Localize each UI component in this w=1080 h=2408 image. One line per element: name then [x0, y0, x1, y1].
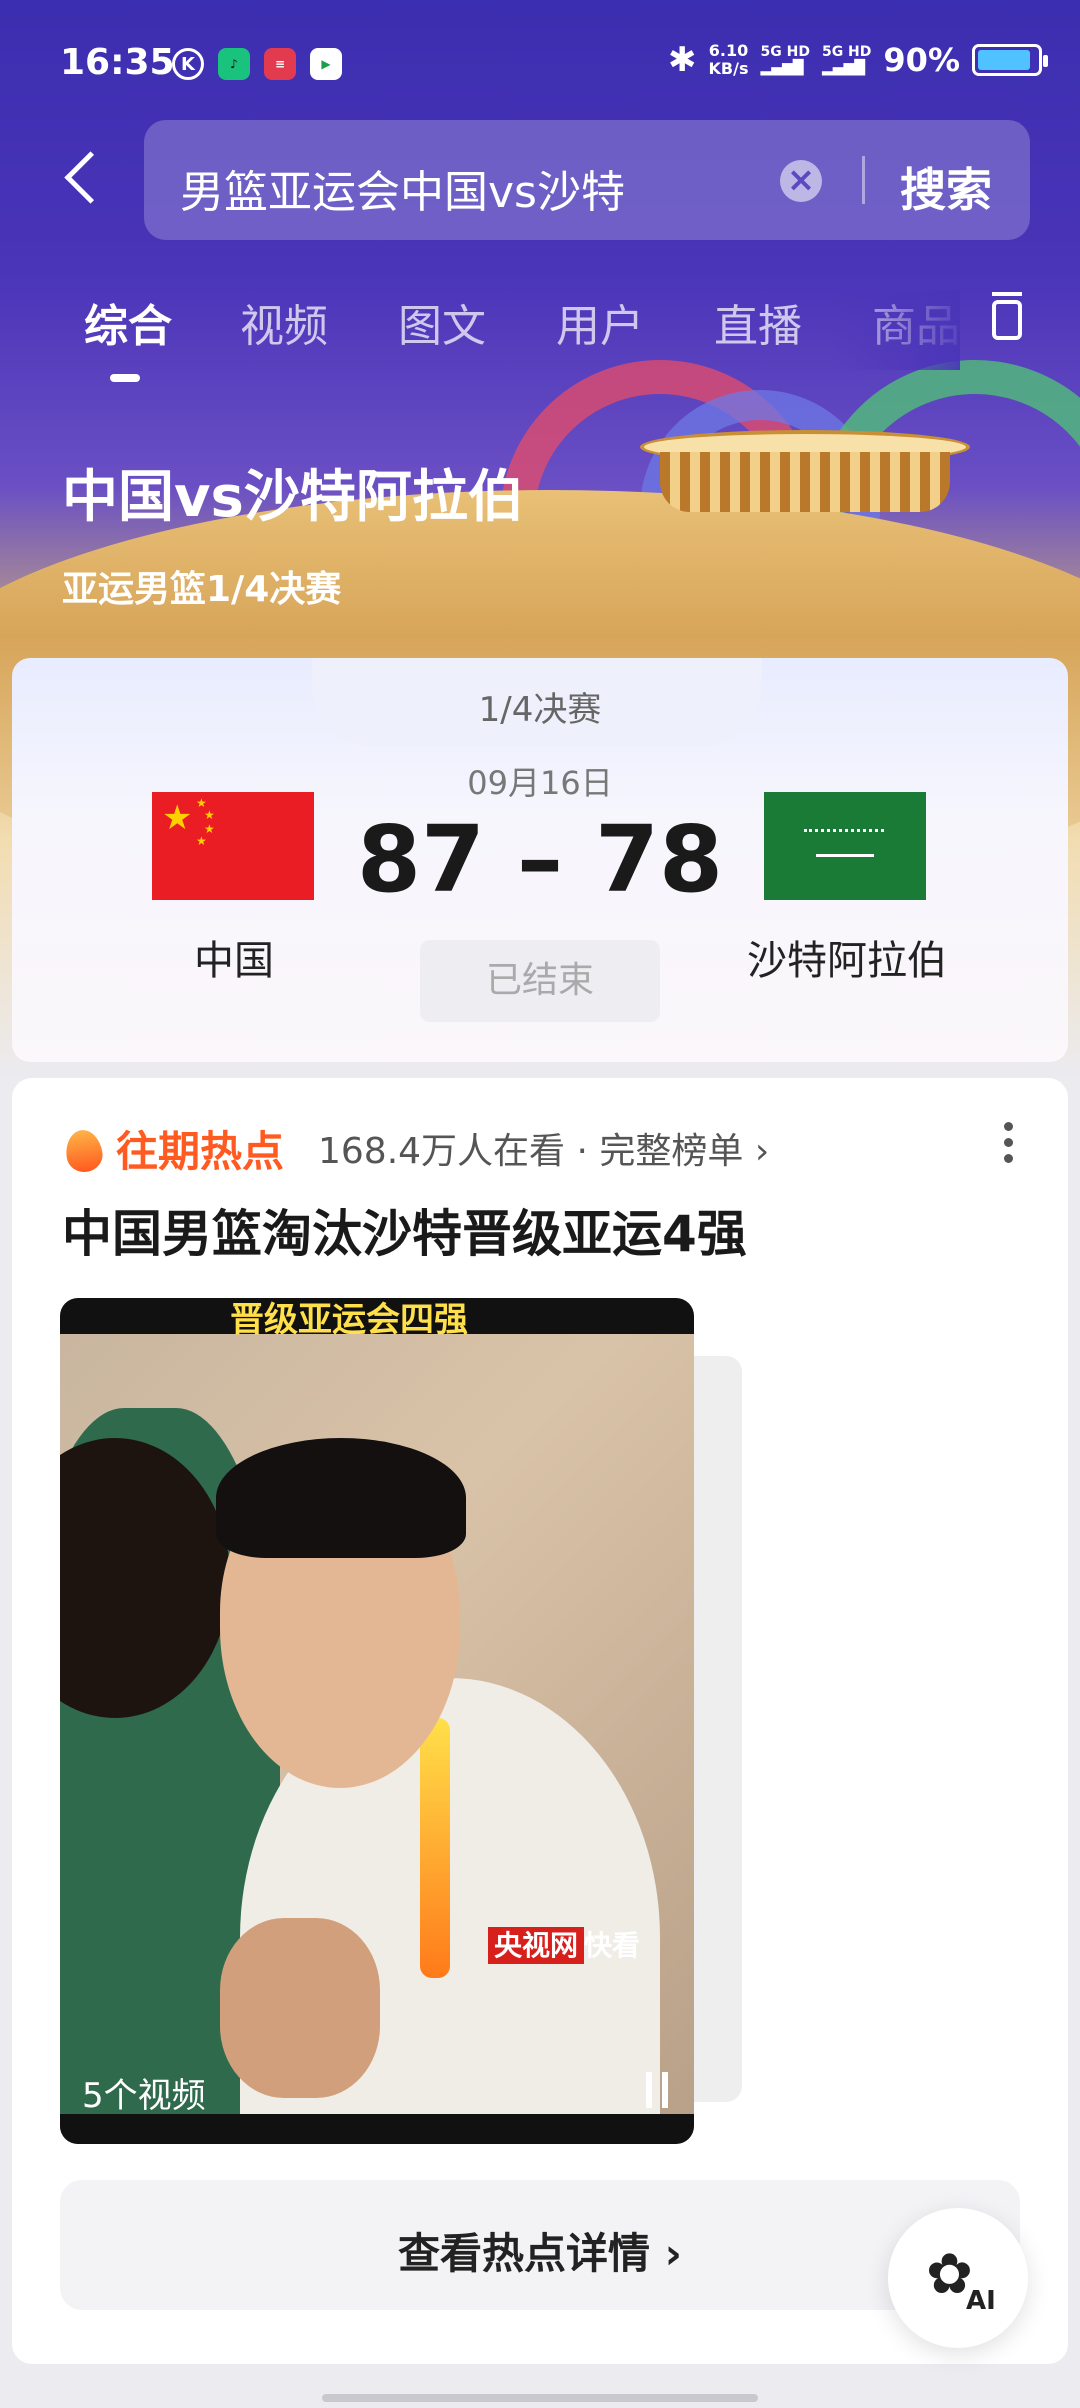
tab-image-text[interactable]: 图文	[398, 290, 486, 354]
music-icon: ♪	[218, 48, 250, 80]
gesture-nav-handle[interactable]	[322, 2394, 758, 2402]
tab-fade	[830, 290, 960, 370]
battery-icon	[972, 44, 1048, 76]
hot-meta-link[interactable]: 168.4万人在看 · 完整榜单 ›	[318, 1122, 769, 1174]
tab-indicator	[110, 374, 140, 382]
ticket-icon: ▶	[310, 48, 342, 80]
score-card[interactable]: 1/4决赛 09月16日 ★ ★ ★ ★ ★ 87 – 78 中国 沙特阿拉伯 …	[12, 658, 1068, 1062]
match-round: 1/4决赛	[478, 690, 602, 730]
status-right: ✱ 6.10 KB/s 5G HD ▂▄▆█ 5G HD ▂▄▆█ 90%	[668, 40, 1048, 80]
view-hot-details-button[interactable]: 查看热点详情 ›	[60, 2180, 1020, 2310]
hot-label: 往期热点	[116, 1127, 285, 1176]
clock: 16:35	[60, 42, 175, 83]
video-bottom-bar	[60, 2114, 694, 2144]
battery-percent: 90%	[883, 41, 960, 79]
tab-video[interactable]: 视频	[240, 290, 328, 354]
video-caption: 晋级亚运会四强	[230, 1300, 468, 1340]
video-count: 5个视频	[82, 2076, 206, 2116]
video-watermark: 央视网 快看	[488, 1924, 640, 1964]
signal-sim1: 5G HD ▂▄▆█	[760, 44, 810, 76]
news-icon: ≡	[264, 48, 296, 80]
event-subtitle: 亚运男篮1/4决赛	[62, 569, 342, 610]
jersey-stripe	[420, 1718, 450, 1978]
player-hand	[220, 1918, 380, 2098]
saudi-flag-icon	[764, 792, 926, 900]
tab-live[interactable]: 直播	[714, 290, 802, 354]
more-options-icon[interactable]	[1004, 1122, 1014, 1168]
tab-menu-icon[interactable]	[992, 292, 1022, 340]
tab-users[interactable]: 用户	[556, 290, 644, 354]
signal-sim2: 5G HD ▂▄▆█	[821, 44, 872, 76]
search-query[interactable]: 男篮亚运会中国vs沙特	[180, 156, 625, 220]
pause-icon[interactable]	[646, 2072, 668, 2108]
away-team-name: 沙特阿拉伯	[747, 938, 947, 984]
hot-title[interactable]: 中国男篮淘汰沙特晋级亚运4强	[62, 1194, 747, 1266]
match-status: 已结束	[420, 940, 660, 1022]
fire-icon	[62, 1124, 106, 1174]
view-hot-details-label: 查看热点详情 ›	[398, 2229, 682, 2278]
tab-all[interactable]: 综合	[84, 290, 172, 354]
ai-assistant-button[interactable]: ✿ AI	[888, 2208, 1028, 2348]
search-input[interactable]: 男篮亚运会中国vs沙特 × 搜索	[144, 120, 1030, 240]
status-bar: 16:35 K ♪ ≡ ▶ ✱ 6.10 KB/s 5G HD ▂▄▆█ 5G H…	[0, 36, 1080, 96]
search-divider	[862, 156, 865, 204]
stadium-illustration	[640, 430, 970, 520]
event-title: 中国vs沙特阿拉伯	[62, 465, 524, 530]
back-button[interactable]	[58, 145, 108, 215]
k-icon: K	[172, 48, 204, 80]
home-team-name: 中国	[194, 938, 274, 984]
network-speed: 6.10 KB/s	[708, 41, 749, 78]
bluetooth-icon: ✱	[668, 40, 697, 80]
search-button[interactable]: 搜索	[900, 154, 992, 220]
clear-icon[interactable]: ×	[780, 160, 822, 202]
notification-icons: K ♪ ≡ ▶	[172, 48, 342, 80]
hot-topic-card: 往期热点 168.4万人在看 · 完整榜单 › 中国男篮淘汰沙特晋级亚运4强 晋…	[12, 1078, 1068, 2364]
player-hair	[216, 1438, 466, 1558]
video-caption-bar: 晋级亚运会四强	[60, 1298, 694, 1340]
video-thumbnail[interactable]: 晋级亚运会四强 央视网 快看 5个视频	[60, 1298, 694, 2144]
ai-label: AI	[966, 2286, 996, 2316]
